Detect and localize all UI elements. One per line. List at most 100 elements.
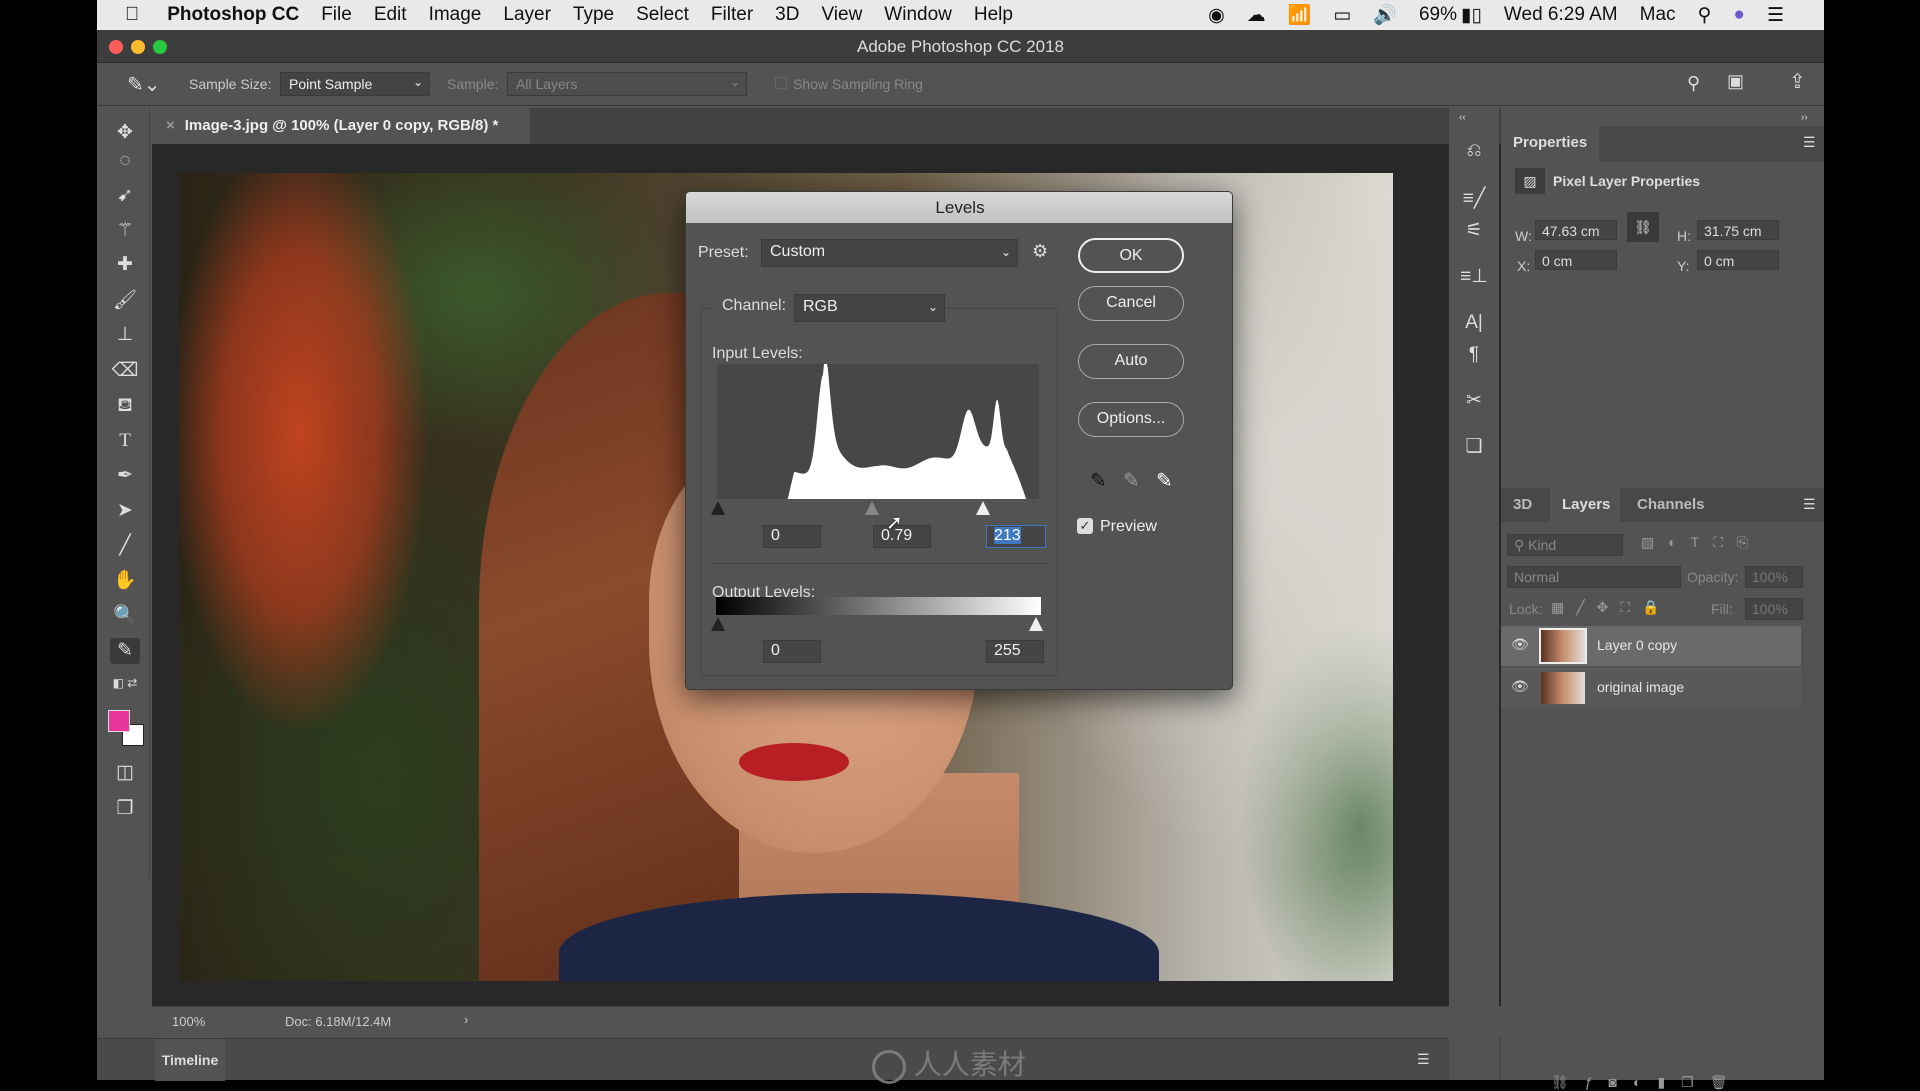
close-tab-icon[interactable]: × — [166, 117, 175, 134]
x-field[interactable]: 0 cm — [1535, 250, 1617, 270]
record-icon[interactable]: ◉ — [1208, 4, 1225, 27]
preset-select[interactable]: Custom ⌄ — [761, 239, 1018, 267]
layer-filter-kind[interactable]: ⚲ Kind — [1507, 534, 1623, 556]
menu-file[interactable]: File — [321, 4, 352, 26]
opacity-field[interactable]: 100% — [1745, 566, 1803, 588]
magic-wand-tool-icon[interactable]: ⚚ — [110, 218, 140, 244]
eyedropper-tool-preset-icon[interactable]: ✎⌄ — [127, 72, 161, 97]
menu-app[interactable]: Photoshop CC — [167, 4, 299, 26]
visibility-eye-icon[interactable]: 👁 — [1511, 636, 1529, 653]
output-black-field[interactable]: 0 — [763, 640, 821, 663]
timeline-menu-icon[interactable]: ☰ — [1417, 1051, 1430, 1068]
quick-mask-icon[interactable]: ◫ — [110, 760, 140, 786]
search-icon[interactable]: ⚲ — [1687, 73, 1700, 94]
creative-cloud-icon[interactable]: ☁ — [1247, 4, 1266, 27]
lasso-tool-icon[interactable]: ➹ — [110, 183, 140, 209]
hand-tool-icon[interactable]: ✋ — [110, 568, 140, 594]
preset-options-gear-icon[interactable]: ⚙ — [1032, 241, 1048, 262]
show-sampling-ring-checkbox[interactable] — [775, 77, 787, 89]
tab-channels[interactable]: Channels — [1625, 488, 1717, 521]
ok-button[interactable]: OK — [1078, 238, 1184, 273]
screen-mode-icon[interactable]: ❐ — [110, 796, 140, 822]
document-tab[interactable]: × Image-3.jpg @ 100% (Layer 0 copy, RGB/8… — [152, 108, 530, 144]
height-field[interactable]: 31.75 cm — [1697, 220, 1779, 240]
eraser-tool-icon[interactable]: ⌫ — [110, 358, 140, 384]
menu-image[interactable]: Image — [429, 4, 482, 26]
menu-type[interactable]: Type — [573, 4, 614, 26]
tab-3d[interactable]: 3D — [1501, 488, 1544, 521]
fill-field[interactable]: 100% — [1745, 598, 1803, 620]
menu-view[interactable]: View — [821, 4, 862, 26]
tab-layers[interactable]: Layers — [1550, 488, 1620, 522]
user-name[interactable]: Mac — [1640, 4, 1676, 26]
eyedropper-tool-icon[interactable]: ✎ — [110, 638, 140, 664]
share-icon[interactable]: ⇪ — [1789, 69, 1806, 94]
sample-select[interactable]: All Layers ⌄ — [507, 72, 747, 96]
line-tool-icon[interactable]: ╱ — [110, 533, 140, 559]
input-black-slider[interactable] — [711, 501, 725, 515]
menu-layer[interactable]: Layer — [503, 4, 551, 26]
history-icon[interactable]: ⎌ — [1459, 138, 1489, 164]
volume-icon[interactable]: 🔊 — [1373, 3, 1397, 27]
filter-icons[interactable]: ▨◐T⛶⎘ — [1641, 534, 1762, 551]
foreground-color-swatch[interactable] — [108, 710, 130, 732]
status-menu-arrow-icon[interactable]: › — [464, 1012, 468, 1027]
auto-button[interactable]: Auto — [1078, 344, 1184, 379]
zoom-level[interactable]: 100% — [172, 1014, 205, 1029]
properties-tab[interactable]: Properties — [1501, 126, 1600, 162]
sample-size-select[interactable]: Point Sample ⌄ — [280, 72, 430, 96]
clone-source-icon[interactable]: ≡⊥ — [1459, 264, 1489, 290]
panel-menu-icon[interactable]: ☰ — [1803, 134, 1816, 151]
libraries-icon[interactable]: ❏ — [1459, 434, 1489, 460]
options-button[interactable]: Options... — [1078, 402, 1184, 437]
apple-icon[interactable]:  — [125, 4, 139, 26]
channel-select[interactable]: RGB ⌄ — [794, 294, 945, 322]
input-black-field[interactable]: 0 — [763, 525, 821, 548]
menu-edit[interactable]: Edit — [374, 4, 407, 26]
menu-3d[interactable]: 3D — [775, 4, 799, 26]
paint-bucket-tool-icon[interactable]: ⛾ — [110, 393, 140, 419]
width-field[interactable]: 47.63 cm — [1535, 220, 1617, 240]
gray-point-eyedropper-icon[interactable]: ✎ — [1123, 468, 1140, 493]
preview-checkbox[interactable]: ✓ — [1077, 518, 1093, 534]
input-white-slider[interactable] — [976, 501, 990, 515]
airplay-icon[interactable]: ▭ — [1333, 4, 1351, 27]
zoom-tool-icon[interactable]: 🔍 — [110, 603, 140, 629]
y-field[interactable]: 0 cm — [1697, 250, 1779, 270]
notification-center-icon[interactable]: ☰ — [1767, 4, 1784, 27]
panel-menu-icon[interactable]: ☰ — [1803, 496, 1816, 513]
lock-icons[interactable]: ▦╱✥⛶🔒 — [1551, 599, 1672, 616]
layer-row[interactable]: 👁 original image — [1501, 668, 1801, 708]
clone-stamp-tool-icon[interactable]: ⊥ — [110, 322, 140, 348]
output-black-slider[interactable] — [711, 617, 725, 631]
menu-select[interactable]: Select — [636, 4, 689, 26]
battery-percent[interactable]: 69% — [1419, 4, 1457, 26]
output-white-slider[interactable] — [1029, 617, 1043, 631]
output-white-field[interactable]: 255 — [986, 640, 1044, 663]
input-white-field[interactable]: 213 — [986, 525, 1046, 548]
spot-healing-tool-icon[interactable]: ✚ — [110, 252, 140, 278]
menu-filter[interactable]: Filter — [711, 4, 753, 26]
default-colors-icon[interactable]: ◧ ⇄ — [110, 670, 140, 696]
expand-panels-icon[interactable]: ›› — [1801, 112, 1808, 123]
brush-settings-icon[interactable]: ⚟ — [1459, 218, 1489, 244]
type-tool-icon[interactable]: T — [110, 428, 140, 454]
menu-help[interactable]: Help — [974, 4, 1013, 26]
path-selection-tool-icon[interactable]: ➤ — [110, 498, 140, 524]
character-icon[interactable]: A| — [1459, 310, 1489, 336]
elliptical-marquee-tool-icon[interactable]: ◌ — [110, 148, 140, 174]
wifi-icon[interactable]: 📶 — [1288, 3, 1312, 27]
link-dimensions-icon[interactable]: ⛓ — [1627, 212, 1659, 242]
pen-tool-icon[interactable]: ✒ — [110, 463, 140, 489]
black-point-eyedropper-icon[interactable]: ✎ — [1090, 468, 1107, 493]
tool-presets-icon[interactable]: ✂ — [1459, 388, 1489, 414]
move-tool-icon[interactable]: ✥ — [110, 120, 140, 146]
collapse-panels-icon[interactable]: ‹‹ — [1459, 112, 1466, 123]
layer-footer-icons[interactable]: ⛓ƒ◙◐▮❐🗑 — [1551, 1074, 1744, 1091]
layer-row[interactable]: 👁 Layer 0 copy — [1501, 626, 1801, 666]
clock[interactable]: Wed 6:29 AM — [1504, 4, 1618, 26]
brush-presets-icon[interactable]: ≡╱ — [1459, 186, 1489, 212]
siri-icon[interactable]: ● — [1733, 4, 1744, 26]
cancel-button[interactable]: Cancel — [1078, 286, 1184, 321]
spotlight-icon[interactable]: ⚲ — [1698, 4, 1712, 27]
